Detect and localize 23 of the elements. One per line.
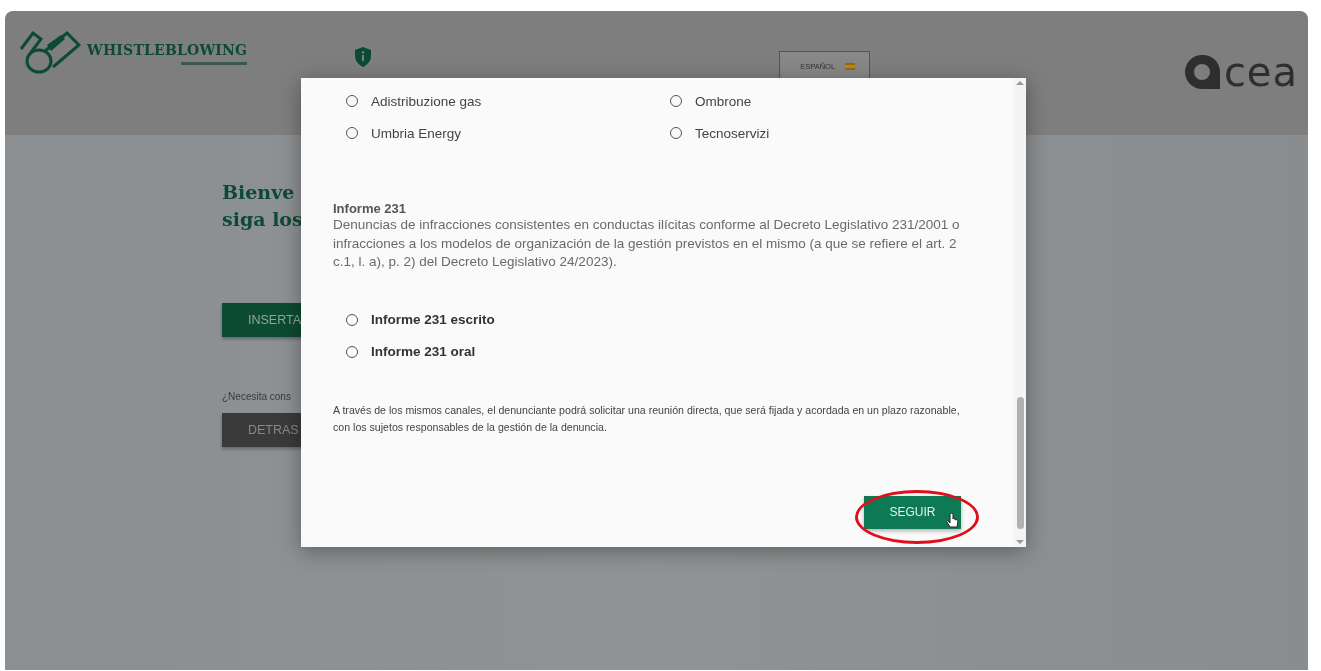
brand-title: WHISTLEBLOWING — [87, 42, 248, 58]
help-text: ¿Necesita cons — [222, 391, 291, 402]
welcome-heading: Bienve — [222, 180, 295, 205]
powered-by-mark — [181, 62, 248, 65]
radio-label[interactable]: Umbria Energy — [371, 125, 462, 141]
continue-button[interactable]: SEGUIR — [864, 495, 961, 529]
meeting-note: A través de los mismos canales, el denunciante podrá solicitar una reunión directa, que será fijada y acordada en un plazo razonable, con los sujetos responsables de la gestión de la denuncia. — [333, 402, 961, 435]
flag-icon — [845, 62, 856, 70]
radio-label[interactable]: Ombrone — [695, 93, 752, 109]
radio-label[interactable]: Adistribuzione gas — [371, 93, 482, 109]
logo-text: cea — [1223, 53, 1298, 91]
scrollbar-thumb[interactable] — [1016, 397, 1024, 529]
welcome-heading: siga los — [222, 207, 303, 232]
hand-cursor-icon — [946, 512, 959, 530]
radio-label[interactable]: Tecnoservizi — [695, 125, 770, 141]
scroll-down-icon[interactable] — [1016, 537, 1024, 547]
scroll-up-icon[interactable] — [1016, 78, 1024, 88]
radio-label[interactable]: Informe 231 oral — [371, 344, 476, 359]
radio-label[interactable]: Informe 231 escrito — [371, 312, 495, 327]
insert-button[interactable]: INSERTA — [222, 303, 302, 337]
section-title: Informe 231 — [333, 201, 407, 216]
shield-info-icon[interactable] — [355, 47, 372, 67]
section-description: Denuncias de infracciones consistentes en conductas ilícitas conforme al Decreto Legislativo 231/2001 o infracciones a los modelos de organización de la gestión previstos en el mismo (a que se refiere el art. 2 c.1, l. a), p. 2) del Decreto Legislativo 24/2023). — [333, 216, 961, 271]
